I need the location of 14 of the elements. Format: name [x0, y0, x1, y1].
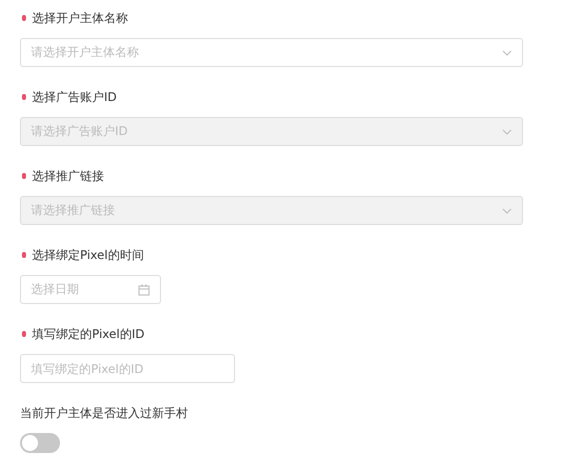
field-label: 选择开户主体名称	[32, 10, 128, 26]
chevron-icon	[502, 208, 512, 214]
field-label: 选择推广链接	[32, 168, 104, 184]
field-label: 选择绑定Pixel的时间	[32, 246, 144, 264]
date-field[interactable]: 选择日期	[20, 275, 161, 304]
chevron-icon	[502, 128, 512, 134]
toggle-switch[interactable]	[20, 433, 60, 453]
select-field[interactable]: 请选择开户主体名称	[20, 38, 523, 67]
field-label: 选择广告账户ID	[32, 88, 117, 106]
toggle-label: 当前开户主体是否进入过新手村	[20, 404, 188, 422]
field-label: 填写绑定的Pixel的ID	[32, 326, 145, 342]
text-input[interactable]: 填写绑定的Pixel的ID	[20, 354, 235, 383]
calendar-icon	[138, 284, 150, 296]
chevron-icon	[502, 50, 512, 56]
